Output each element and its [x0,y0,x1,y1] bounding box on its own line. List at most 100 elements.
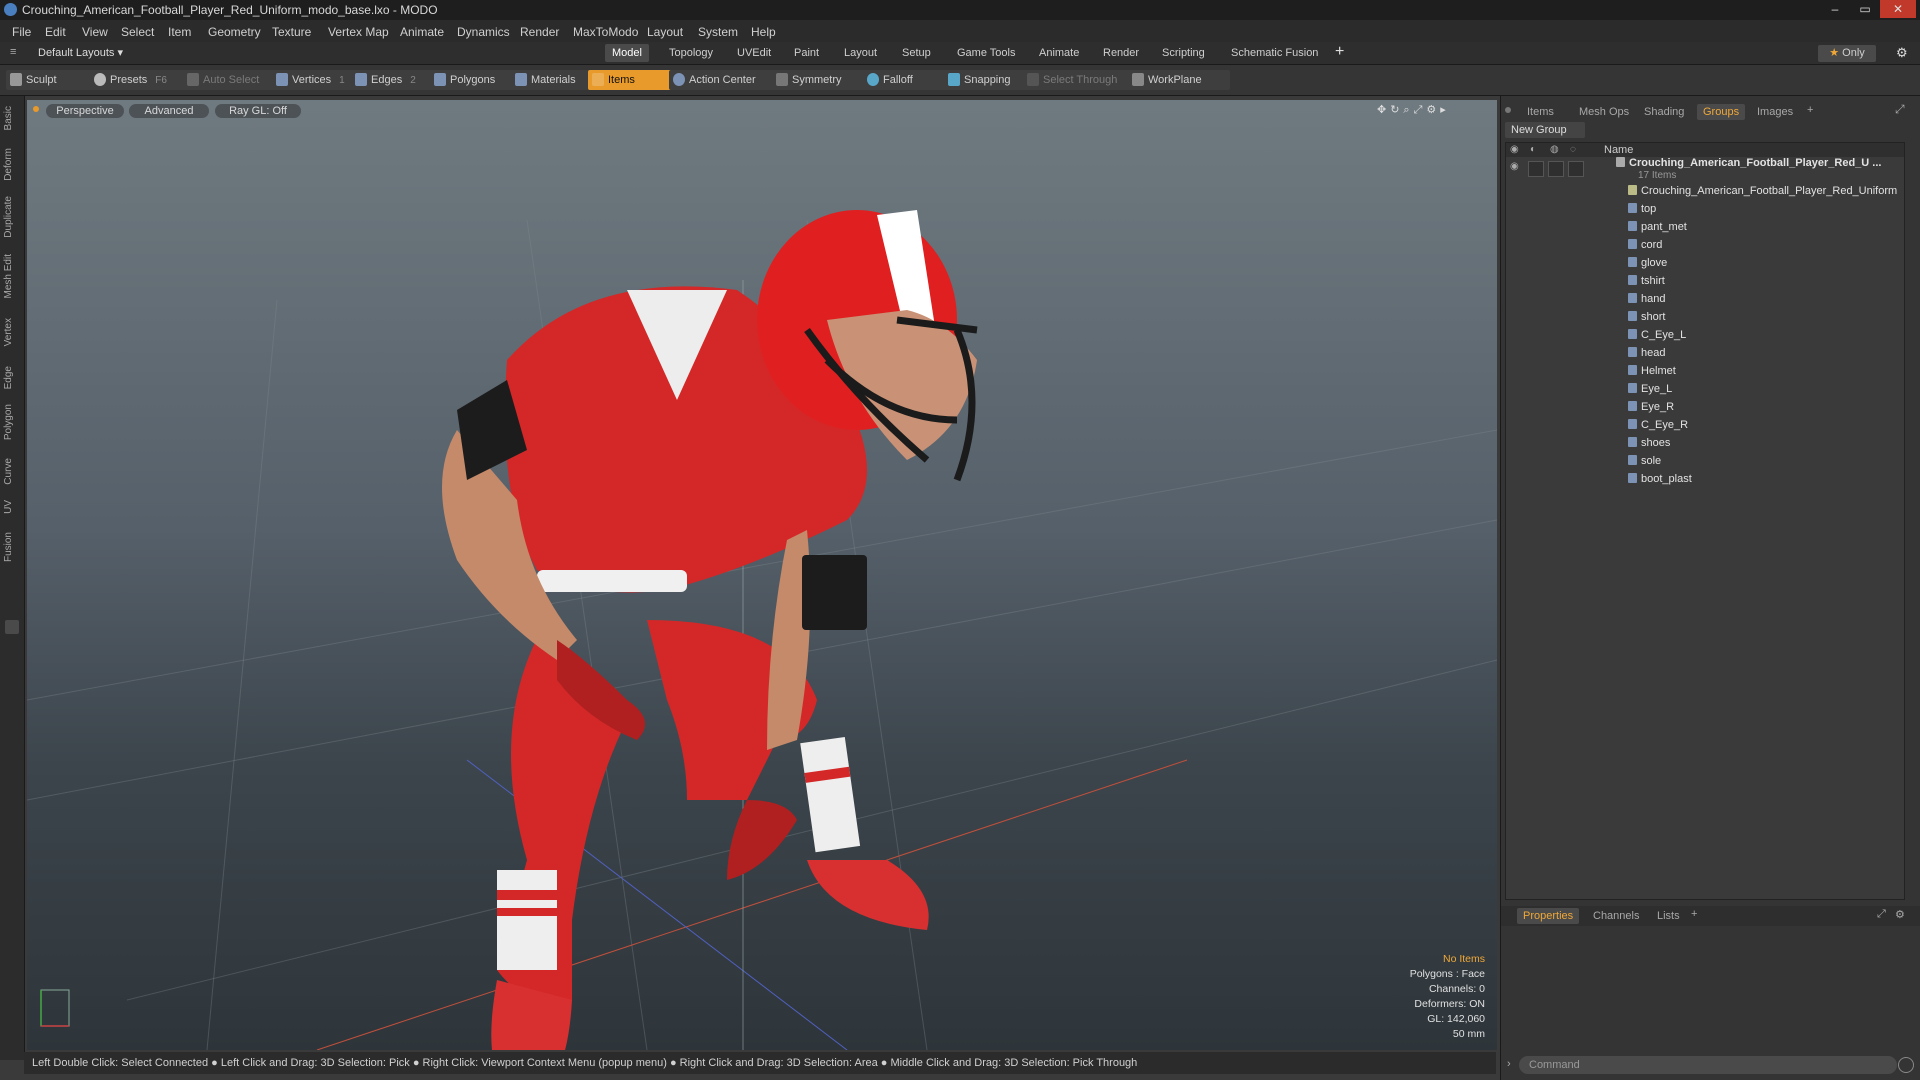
tree-item[interactable]: top [1628,203,1656,215]
maximize-button[interactable]: ▭ [1850,0,1880,18]
new-group-button[interactable]: New Group [1505,122,1585,138]
menu-texture[interactable]: Texture [272,25,311,39]
auto-select-button[interactable]: Auto Select [183,70,285,90]
menu-dynamics[interactable]: Dynamics [457,25,510,39]
group-lock-checkbox[interactable] [1548,161,1564,177]
menu-layout[interactable]: Layout [647,25,683,39]
group-eye-icon[interactable]: ◉ [1510,161,1519,172]
tab-render[interactable]: Render [1096,44,1146,62]
vtab-mesh-edit[interactable]: Mesh Edit [3,254,21,298]
tree-item[interactable]: Eye_L [1628,383,1672,395]
panel-menu-icon[interactable] [1505,107,1511,113]
tree-item[interactable]: boot_plast [1628,473,1692,485]
tree-item[interactable]: pant_met [1628,221,1687,233]
add-tab-icon[interactable]: + [1335,43,1344,61]
tree-item[interactable]: C_Eye_R [1628,419,1688,431]
tree-item[interactable]: shoes [1628,437,1670,449]
tab-layout[interactable]: Layout [837,44,884,62]
menu-item[interactable]: Item [168,25,191,39]
visibility-eye-icon[interactable]: ◉ [1510,144,1519,155]
tab-uvedit[interactable]: UVEdit [730,44,778,62]
tree-item[interactable]: Crouching_American_Football_Player_Red_U… [1628,185,1897,197]
tree-item[interactable]: sole [1628,455,1661,467]
tab-setup[interactable]: Setup [895,44,938,62]
group-select-checkbox[interactable] [1568,161,1584,177]
group-render-checkbox[interactable] [1528,161,1544,177]
command-input[interactable]: Command [1519,1056,1897,1074]
close-button[interactable]: ✕ [1880,0,1916,18]
tab-shading[interactable]: Shading [1638,104,1690,120]
props-expand-icon[interactable]: ⤢ [1877,908,1886,921]
tab-channels[interactable]: Channels [1587,908,1645,924]
menu-help[interactable]: Help [751,25,776,39]
tab-paint[interactable]: Paint [787,44,826,62]
tree-item[interactable]: Eye_R [1628,401,1674,413]
menu-vertex-map[interactable]: Vertex Map [328,25,389,39]
tab-groups[interactable]: Groups [1697,104,1746,120]
only-toggle[interactable]: ★ Only [1818,45,1876,62]
vtab-vertex[interactable]: Vertex [3,318,21,346]
layout-menu-icon[interactable]: ≡ [10,46,16,58]
menu-render[interactable]: Render [520,25,559,39]
tab-items[interactable]: Items [1521,104,1560,120]
3d-viewport[interactable]: Perspective Advanced Ray GL: Off ✥↻⌕⤢⚙▸ [27,100,1497,1050]
render-icon[interactable]: ◐ [1530,144,1536,155]
layouts-dropdown[interactable]: Default Layouts ▾ [38,46,123,59]
expand-panel-icon[interactable]: ⤢ [1895,102,1905,117]
tree-item[interactable]: tshirt [1628,275,1665,287]
add-props-tab-icon[interactable]: + [1691,908,1697,920]
add-panel-tab-icon[interactable]: + [1807,104,1813,116]
menu-view[interactable]: View [82,25,108,39]
presets-button[interactable]: Presets F6 [90,70,192,90]
vtab-edge[interactable]: Edge [3,366,21,389]
gear-icon[interactable]: ⚙ [1896,45,1908,61]
command-history-icon[interactable] [1898,1057,1914,1073]
action-center-button[interactable]: Action Center [669,70,777,90]
tab-game-tools[interactable]: Game Tools [950,44,1023,62]
symmetry-button[interactable]: Symmetry [772,70,870,90]
tab-lists[interactable]: Lists [1651,908,1686,924]
tab-properties[interactable]: Properties [1517,908,1580,924]
group-root-row[interactable]: Crouching_American_Football_Player_Red_U… [1616,157,1881,169]
tab-model[interactable]: Model [605,44,649,62]
sculpt-button[interactable]: Sculpt [6,70,102,90]
tab-schematic-fusion[interactable]: Schematic Fusion [1224,44,1325,62]
vtab-uv[interactable]: UV [3,500,21,514]
menu-edit[interactable]: Edit [45,25,66,39]
tree-item-label: shoes [1641,437,1671,449]
props-gear-icon[interactable]: ⚙ [1895,908,1905,921]
vtab-curve[interactable]: Curve [3,458,21,485]
vtab-polygon[interactable]: Polygon [3,404,21,440]
select-through-button[interactable]: Select Through [1023,70,1139,90]
menu-file[interactable]: File [12,25,31,39]
tree-item[interactable]: glove [1628,257,1667,269]
falloff-button[interactable]: Falloff [863,70,947,90]
tab-images[interactable]: Images [1751,104,1799,120]
tab-mesh-ops[interactable]: Mesh Ops [1573,104,1635,120]
select-icon[interactable]: ◌ [1570,144,1576,155]
polygons-button[interactable]: Polygons [430,70,524,90]
vtab-fusion[interactable]: Fusion [3,532,21,562]
menu-maxtomodo[interactable]: MaxToModo [573,25,638,39]
vtab-basic[interactable]: Basic [3,106,21,130]
menu-select[interactable]: Select [121,25,154,39]
menu-animate[interactable]: Animate [400,25,444,39]
tab-animate[interactable]: Animate [1032,44,1086,62]
tree-item[interactable]: short [1628,311,1665,323]
menu-geometry[interactable]: Geometry [208,25,261,39]
tree-item[interactable]: cord [1628,239,1662,251]
lock-icon[interactable]: ◍ [1550,144,1559,155]
panel-toggle-icon[interactable] [5,620,19,634]
items-button[interactable]: Items [588,70,674,90]
tree-item[interactable]: C_Eye_L [1628,329,1686,341]
minimize-button[interactable]: – [1820,0,1850,18]
vtab-duplicate[interactable]: Duplicate [3,196,21,238]
menu-system[interactable]: System [698,25,738,39]
tree-item[interactable]: hand [1628,293,1665,305]
tree-item[interactable]: head [1628,347,1665,359]
workplane-button[interactable]: WorkPlane [1128,70,1230,90]
tab-topology[interactable]: Topology [662,44,720,62]
tree-item[interactable]: Helmet [1628,365,1676,377]
tab-scripting[interactable]: Scripting [1155,44,1212,62]
vtab-deform[interactable]: Deform [3,148,21,181]
